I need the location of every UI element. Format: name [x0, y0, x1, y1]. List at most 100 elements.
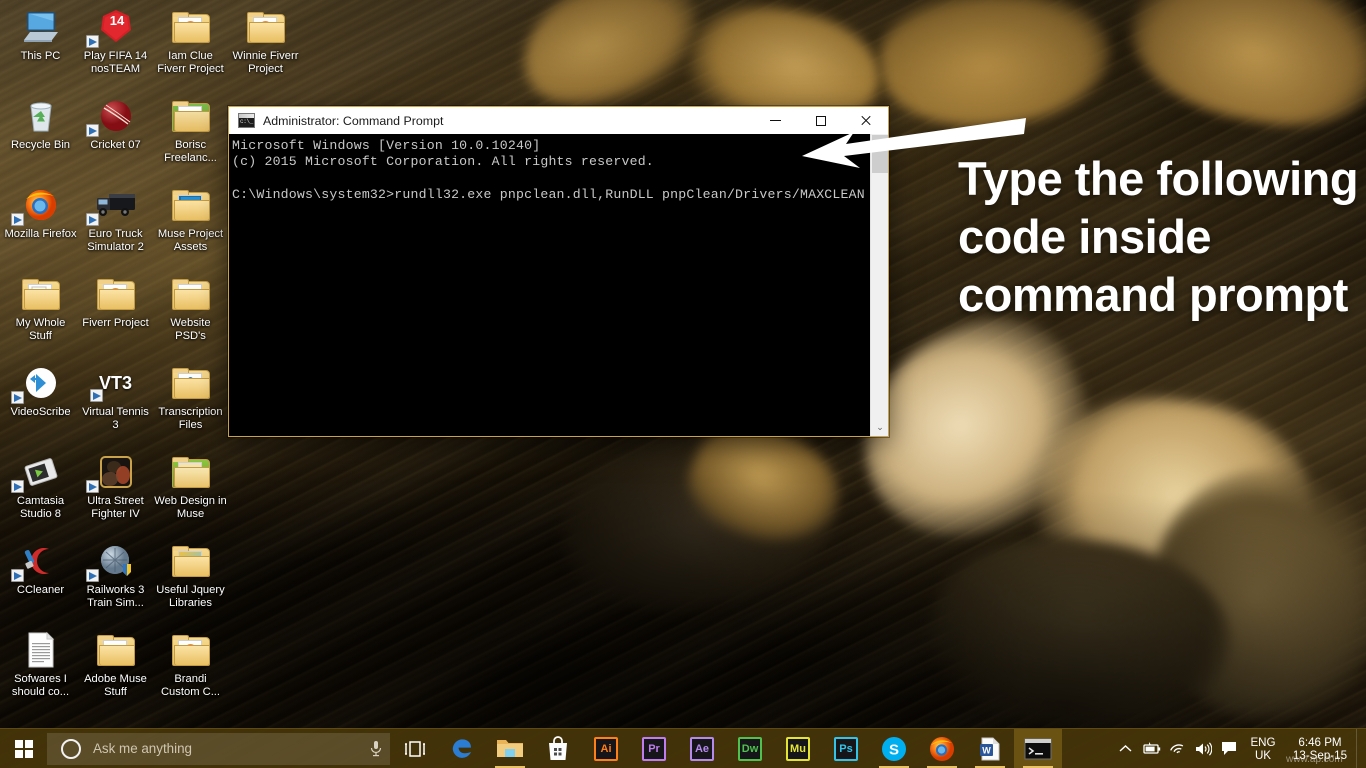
cortana-icon[interactable]	[61, 738, 81, 759]
taskbar-app-adobe-photoshop[interactable]: Ps	[822, 729, 870, 768]
taskbar-app-microsoft-store[interactable]	[534, 729, 582, 768]
desktop-icon-transcription-files[interactable]: Transcription Files	[153, 360, 228, 431]
language-secondary: UK	[1254, 748, 1272, 762]
scrollbar-thumb[interactable]	[872, 135, 888, 173]
desktop-icon-videoscribe[interactable]: VideoScribe	[3, 360, 78, 419]
illustrator-icon: Ai	[594, 736, 618, 761]
taskbar-app-adobe-premiere-pro[interactable]: Pr	[630, 729, 678, 768]
shortcut-overlay-icon	[90, 389, 103, 402]
show-hidden-icons-button[interactable]	[1112, 729, 1138, 768]
taskbar-app-skype[interactable]: S	[870, 729, 918, 768]
desktop-icon-label: Muse Project Assets	[157, 228, 224, 253]
desktop-icon-mozilla-firefox[interactable]: Mozilla Firefox	[3, 182, 78, 241]
desktop-icon-railworks-3-train-sim[interactable]: Railworks 3 Train Sim...	[78, 538, 153, 609]
desktop-icon-sofwares-i-should-co[interactable]: Sofwares I should co...	[3, 627, 78, 698]
console-output-area[interactable]: Microsoft Windows [Version 10.0.10240] (…	[229, 134, 888, 436]
taskbar-app-adobe-dreamweaver[interactable]: Dw	[726, 729, 774, 768]
desktop-icon-iam-clue-fiverr-project[interactable]: Iam Clue Fiverr Project	[153, 4, 228, 75]
vt3-icon: VT3	[78, 360, 153, 406]
ccleaner-icon	[3, 538, 78, 584]
command-prompt-window[interactable]: Administrator: Command Prompt Microsoft …	[228, 106, 889, 437]
desktop-icon-this-pc[interactable]: This PC	[3, 4, 78, 63]
wifi-icon	[1169, 744, 1183, 754]
desktop-icon-label: Railworks 3 Train Sim...	[86, 584, 145, 609]
desktop-icon-label: Cricket 07	[90, 139, 141, 151]
muse-icon: Mu	[786, 736, 810, 761]
microphone-icon[interactable]	[362, 740, 390, 757]
taskbar[interactable]: Ai Pr Ae Dw Mu Ps S	[0, 728, 1366, 768]
window-titlebar[interactable]: Administrator: Command Prompt	[229, 107, 888, 134]
desktop-icon-camtasia-studio-8[interactable]: Camtasia Studio 8	[3, 449, 78, 520]
desktop-icon-borisc-freelanc[interactable]: Borisc Freelanc...	[153, 93, 228, 164]
language-primary: ENG	[1250, 735, 1276, 749]
language-indicator[interactable]: ENG UK	[1242, 729, 1284, 768]
taskbar-app-file-explorer[interactable]	[486, 729, 534, 768]
desktop-icon-my-whole-stuff[interactable]: My Whole Stuff	[3, 271, 78, 342]
volume-icon-button[interactable]	[1190, 729, 1216, 768]
firefox-icon	[3, 182, 78, 228]
folder-muse-icon	[153, 182, 228, 228]
action-center-button[interactable]	[1216, 729, 1242, 768]
text-document-icon	[3, 627, 78, 673]
close-icon	[860, 115, 871, 126]
minimize-button[interactable]	[753, 107, 798, 134]
desktop-icon-recycle-bin[interactable]: Recycle Bin	[3, 93, 78, 152]
system-tray[interactable]: ENG UK 6:46 PM 13-Sep-15 www.ap.com	[1112, 728, 1366, 768]
search-input[interactable]	[93, 741, 362, 756]
desktop-icon-euro-truck-simulator-2[interactable]: Euro Truck Simulator 2	[78, 182, 153, 253]
task-view-icon	[405, 740, 425, 757]
vt3-badge-text: VT3	[98, 372, 132, 393]
desktop-icon-ccleaner[interactable]: CCleaner	[3, 538, 78, 597]
battery-icon-button[interactable]	[1138, 729, 1164, 768]
taskbar-app-command-prompt[interactable]	[1014, 728, 1062, 768]
desktop-icon-play-fifa-14-nosteam[interactable]: 14 Play FIFA 14 nosTEAM	[78, 4, 153, 75]
close-button[interactable]	[843, 107, 888, 134]
scroll-down-arrow-icon[interactable]: ⌄	[871, 419, 889, 436]
shortcut-overlay-icon	[86, 35, 99, 48]
search-box[interactable]	[47, 732, 390, 765]
desktop-icon-cricket-07[interactable]: Cricket 07	[78, 93, 153, 152]
desktop-icon-label: Sofwares I should co...	[11, 673, 70, 698]
desktop-icon-winnie-fiverr-project[interactable]: Winnie Fiverr Project	[228, 4, 303, 75]
taskbar-app-microsoft-edge[interactable]	[438, 729, 486, 768]
desktop-icon-label: Adobe Muse Stuff	[84, 673, 147, 698]
desktop-icon-grid[interactable]: This PC 14 Play FIFA 14 nosTEAM Iam Clue…	[0, 0, 298, 718]
window-controls[interactable]	[753, 107, 888, 134]
desktop-icon-adobe-muse-stuff[interactable]: Adobe Muse Stuff	[78, 627, 153, 698]
desktop-icon-ultra-street-fighter-iv[interactable]: Ultra Street Fighter IV	[78, 449, 153, 520]
task-view-button[interactable]	[392, 729, 438, 768]
desktop-icon-muse-project-assets[interactable]: Muse Project Assets	[153, 182, 228, 253]
maximize-button[interactable]	[798, 107, 843, 134]
recycle-bin-icon	[3, 93, 78, 139]
taskbar-app-adobe-illustrator[interactable]: Ai	[582, 729, 630, 768]
start-button[interactable]	[0, 729, 47, 768]
desktop-icon-label: Fiverr Project	[82, 317, 149, 329]
desktop-icon-useful-jquery-libraries[interactable]: Useful Jquery Libraries	[153, 538, 228, 609]
shortcut-overlay-icon	[11, 391, 24, 404]
camtasia-icon	[3, 449, 78, 495]
svg-text:14: 14	[109, 13, 124, 28]
taskbar-app-mozilla-firefox[interactable]	[918, 729, 966, 768]
photoshop-icon: Ps	[834, 736, 858, 761]
taskbar-app-microsoft-word[interactable]: W	[966, 729, 1014, 768]
clock-and-date[interactable]: 6:46 PM 13-Sep-15 www.ap.com	[1284, 729, 1356, 768]
folder-document-icon	[153, 93, 228, 139]
console-scrollbar[interactable]: ⌄	[870, 134, 888, 436]
desktop-icon-label: VideoScribe	[10, 406, 71, 418]
desktop-icon-label: Website PSD's	[170, 317, 211, 342]
shortcut-overlay-icon	[11, 213, 24, 226]
desktop[interactable]: This PC 14 Play FIFA 14 nosTEAM Iam Clue…	[0, 0, 1366, 768]
shortcut-overlay-icon	[11, 480, 24, 493]
taskbar-app-adobe-after-effects[interactable]: Ae	[678, 729, 726, 768]
taskbar-app-adobe-muse[interactable]: Mu	[774, 729, 822, 768]
desktop-icon-virtual-tennis-3[interactable]: VT3 Virtual Tennis 3	[78, 360, 153, 431]
cricket-ball-icon	[78, 93, 153, 139]
desktop-icon-brandi-custom-c[interactable]: Brandi Custom C...	[153, 627, 228, 698]
desktop-icon-web-design-in-muse[interactable]: Web Design in Muse	[153, 449, 228, 520]
desktop-icon-fiverr-project[interactable]: Fiverr Project	[78, 271, 153, 330]
desktop-icon-website-psds[interactable]: Website PSD's	[153, 271, 228, 342]
network-icon-button[interactable]	[1164, 729, 1190, 768]
folder-document-icon	[78, 627, 153, 673]
show-desktop-button[interactable]	[1356, 728, 1364, 768]
edge-icon	[452, 738, 471, 758]
